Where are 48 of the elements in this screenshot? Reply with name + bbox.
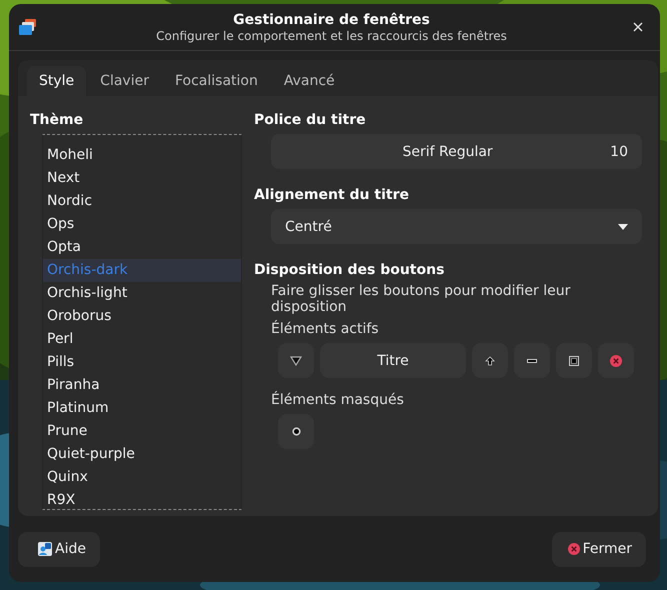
windows-icon [19, 19, 37, 35]
maximize-icon [569, 356, 579, 366]
close-icon [633, 22, 643, 32]
active-label: Éléments actifs [271, 321, 380, 337]
caret-icon [618, 224, 628, 230]
shade-button[interactable] [472, 343, 508, 378]
minimize-icon [527, 358, 537, 362]
theme-item[interactable]: Quinx [43, 466, 241, 489]
font-button[interactable]: Serif Regular 10 [271, 134, 642, 169]
arrow-up-icon [485, 356, 495, 366]
theme-label: Thème [30, 112, 84, 128]
theme-item[interactable]: Oroborus [43, 305, 241, 328]
triangle-icon [290, 356, 302, 366]
window-subtitle: Configurer le comportement et les raccourcis des fenêtres [156, 28, 507, 42]
theme-item[interactable]: Opta [43, 236, 241, 259]
hint-text: Faire glisser les boutons pour modifier leur disposition [271, 283, 572, 315]
theme-item[interactable]: Nordic [43, 190, 241, 213]
theme-item[interactable]: Moheli [43, 144, 241, 167]
hidden-label: Éléments masqués [271, 392, 405, 408]
theme-item[interactable]: Platinum [43, 397, 241, 420]
section-title: Disposition des boutons [254, 262, 444, 278]
theme-item[interactable]: Orchis-light [43, 282, 241, 305]
alignment-dropdown[interactable]: Centré [271, 209, 642, 244]
theme-item[interactable]: Perl [43, 328, 241, 351]
theme-item[interactable]: Piranha [43, 374, 241, 397]
window-title: Gestionnaire de fenêtres [233, 12, 430, 28]
section-title: Police du titre [254, 112, 367, 128]
close-button[interactable]: Fermer [552, 532, 646, 566]
theme-item[interactable]: Quiet-purple [43, 443, 241, 466]
help-icon [38, 542, 52, 556]
theme-item[interactable]: R9X [43, 489, 241, 509]
close-icon [568, 543, 580, 555]
theme-item[interactable]: Prune [43, 420, 241, 443]
theme-item[interactable]: Pills [43, 351, 241, 374]
menu-button[interactable] [278, 343, 314, 378]
section-title: Alignement du titre [254, 187, 409, 203]
tab[interactable]: Style [27, 66, 86, 96]
theme-item[interactable]: Next [43, 167, 241, 190]
tab[interactable]: Avancé [272, 66, 347, 96]
tab[interactable]: Focalisation [162, 66, 270, 96]
maximize-button[interactable] [556, 343, 592, 378]
tab[interactable]: Clavier [88, 66, 161, 96]
close-icon [610, 354, 622, 366]
circle-icon [292, 427, 300, 436]
help-button[interactable]: Aide [18, 532, 100, 566]
title-button[interactable]: Titre [320, 343, 466, 378]
theme-item[interactable]: Ops [43, 213, 241, 236]
stick-button[interactable] [278, 414, 314, 449]
